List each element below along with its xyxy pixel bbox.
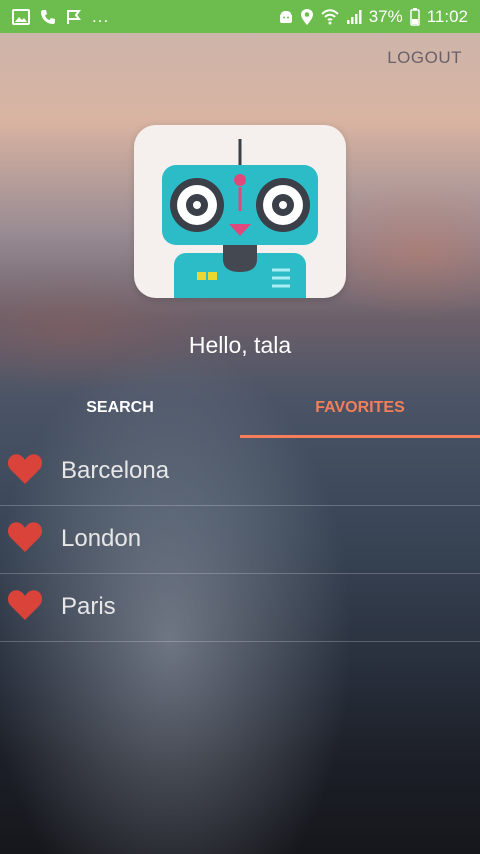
location-icon <box>300 8 313 25</box>
battery-icon <box>409 7 420 26</box>
signal-icon <box>346 9 362 24</box>
status-bar: ... 37% 11:02 <box>0 0 480 33</box>
favorites-list: Barcelona London Paris <box>0 438 480 642</box>
wifi-icon <box>320 8 339 24</box>
robot-avatar-icon <box>162 139 318 298</box>
city-name: London <box>61 525 142 552</box>
city-name: Paris <box>61 593 116 620</box>
phone-notification-icon <box>41 9 55 24</box>
app-screen: ... 37% 11:02 LOGOUT Hello, tala SEARCH … <box>0 0 480 854</box>
tab-search[interactable]: SEARCH <box>0 390 240 438</box>
city-name: Barcelona <box>61 457 170 484</box>
notification-icons: ... <box>12 0 109 33</box>
heart-icon[interactable] <box>7 452 43 486</box>
flag-notification-icon <box>67 9 81 24</box>
more-notifications-indicator: ... <box>92 6 110 26</box>
list-item[interactable]: Barcelona <box>0 438 480 506</box>
heart-icon[interactable] <box>7 520 43 554</box>
avatar <box>134 125 346 298</box>
android-icon <box>279 10 292 23</box>
tab-bar: SEARCH FAVORITES <box>0 390 480 438</box>
heart-icon[interactable] <box>7 588 43 622</box>
logout-button[interactable]: LOGOUT <box>387 48 462 68</box>
battery-percent: 37% <box>368 6 403 26</box>
list-item[interactable]: London <box>0 506 480 574</box>
tab-favorites[interactable]: FAVORITES <box>240 390 480 438</box>
clock: 11:02 <box>426 6 468 26</box>
system-icons: 37% 11:02 <box>279 0 468 33</box>
list-item[interactable]: Paris <box>0 574 480 642</box>
image-notification-icon <box>12 8 30 25</box>
greeting-text: Hello, tala <box>188 332 292 358</box>
